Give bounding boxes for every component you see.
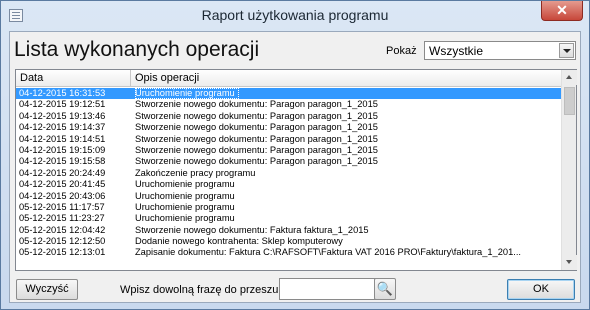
scroll-up-icon[interactable] [562, 70, 577, 85]
table-header: Data Opis operacji [16, 70, 561, 87]
search-label: Wpisz dowolną frazę do przeszukania [120, 284, 305, 296]
cell-date: 04-12-2015 19:15:58 [19, 156, 106, 167]
title-bar[interactable]: Raport użytkowania programu ✕ [1, 1, 589, 29]
cell-date: 05-12-2015 12:13:01 [19, 247, 106, 258]
close-button[interactable]: ✕ [541, 1, 583, 21]
cell-date: 04-12-2015 19:14:37 [19, 122, 106, 133]
cell-description: Stworzenie nowego dokumentu: Paragon par… [135, 144, 378, 155]
cell-date: 05-12-2015 11:17:57 [19, 201, 105, 212]
cell-description: Uruchomienie programu [135, 201, 235, 212]
table-row[interactable]: 05-12-2015 11:17:57 Uruchomienie programu [16, 202, 561, 213]
cell-description: Stworzenie nowego dokumentu: Paragon par… [135, 156, 378, 167]
cell-date: 04-12-2015 19:13:46 [19, 110, 106, 121]
cell-description: Stworzenie nowego dokumentu: Faktura fak… [135, 224, 369, 235]
cell-description: Stworzenie nowego dokumentu: Paragon par… [135, 99, 378, 110]
table-row[interactable]: 05-12-2015 12:13:01 Zapisanie dokumentu: … [16, 247, 561, 258]
table-row[interactable]: 04-12-2015 19:13:46 Stworzenie nowego dok… [16, 111, 561, 122]
table-row[interactable]: 04-12-2015 19:14:51 Stworzenie nowego dok… [16, 134, 561, 145]
table-row[interactable]: 05-12-2015 11:23:27 Uruchomienie programu [16, 213, 561, 224]
cell-date: 05-12-2015 11:23:27 [19, 213, 105, 224]
cell-date: 04-12-2015 16:31:53 [19, 88, 106, 98]
table-row[interactable]: 04-12-2015 19:12:51 Stworzenie nowego dok… [16, 99, 561, 110]
table-row[interactable]: 04-12-2015 19:15:58 Stworzenie nowego dok… [16, 156, 561, 167]
table-row[interactable]: 04-12-2015 20:41:45 Uruchomienie programu [16, 179, 561, 190]
cell-date: 04-12-2015 20:43:06 [19, 190, 106, 201]
cell-description: Uruchomienie programu [135, 190, 235, 201]
table-row[interactable]: 04-12-2015 16:31:53 Uruchomienie programu [16, 88, 561, 100]
column-header-date[interactable]: Data [16, 70, 131, 87]
window-title: Raport użytkowania programu [201, 7, 389, 23]
filter-selected-value: Wszystkie [429, 44, 483, 58]
search-input[interactable] [279, 278, 379, 300]
cell-description: Stworzenie nowego dokumentu: Paragon par… [135, 122, 378, 133]
clear-button[interactable]: Wyczyść [16, 279, 78, 300]
dialog-body: Lista wykonanych operacji Pokaż Wszystki… [9, 31, 581, 303]
chevron-down-icon[interactable] [559, 43, 574, 58]
cell-description: Uruchomienie programu [135, 88, 239, 99]
scrollbar-thumb[interactable] [564, 87, 575, 115]
cell-date: 04-12-2015 19:15:09 [19, 144, 106, 155]
cell-date: 04-12-2015 20:41:45 [19, 179, 106, 190]
cell-description: Uruchomienie programu [135, 213, 235, 224]
cell-date: 05-12-2015 12:04:42 [19, 224, 106, 235]
table-row[interactable]: 05-12-2015 12:04:42 Stworzenie nowego dok… [16, 225, 561, 236]
column-header-description[interactable]: Opis operacji [131, 70, 561, 87]
ok-button[interactable]: OK [507, 279, 575, 300]
filter-dropdown[interactable]: Wszystkie [424, 41, 576, 60]
page-title: Lista wykonanych operacji [14, 38, 260, 61]
cell-description: Stworzenie nowego dokumentu: Paragon par… [135, 110, 378, 121]
cell-date: 05-12-2015 12:12:50 [19, 236, 106, 247]
vertical-scrollbar[interactable] [561, 70, 577, 270]
cell-description: Zakończenie pracy programu [135, 167, 256, 178]
cell-date: 04-12-2015 19:14:51 [19, 133, 106, 144]
cell-description: Dodanie nowego kontrahenta: Sklep komput… [135, 236, 343, 247]
scroll-down-icon[interactable] [562, 255, 577, 270]
binoculars-icon: 🔍 [376, 281, 394, 296]
table-row[interactable]: 05-12-2015 12:12:50 Dodanie nowego kontra… [16, 236, 561, 247]
report-window: Raport użytkowania programu ✕ Lista wyko… [0, 0, 590, 310]
table-row[interactable]: 04-12-2015 20:43:06 Uruchomienie programu [16, 191, 561, 202]
cell-description: Stworzenie nowego dokumentu: Paragon par… [135, 133, 378, 144]
table-row[interactable]: 04-12-2015 19:15:09 Stworzenie nowego dok… [16, 145, 561, 156]
cell-date: 04-12-2015 19:12:51 [19, 99, 106, 110]
table-row[interactable]: 04-12-2015 19:14:37 Stworzenie nowego dok… [16, 122, 561, 133]
table-body: 04-12-2015 16:31:53 Uruchomienie programu… [16, 88, 561, 270]
filter-label: Pokaż [386, 45, 417, 57]
cell-date: 04-12-2015 20:24:49 [19, 167, 106, 178]
table-row[interactable]: 04-12-2015 20:24:49 Zakończenie pracy pro… [16, 168, 561, 179]
cell-description: Uruchomienie programu [135, 179, 235, 190]
operations-table: Data Opis operacji 04-12-2015 16:31:53 Ur… [15, 69, 577, 271]
find-button[interactable]: 🔍 [374, 278, 396, 300]
cell-description: Zapisanie dokumentu: Faktura C:\RAFSOFT\… [135, 247, 521, 258]
